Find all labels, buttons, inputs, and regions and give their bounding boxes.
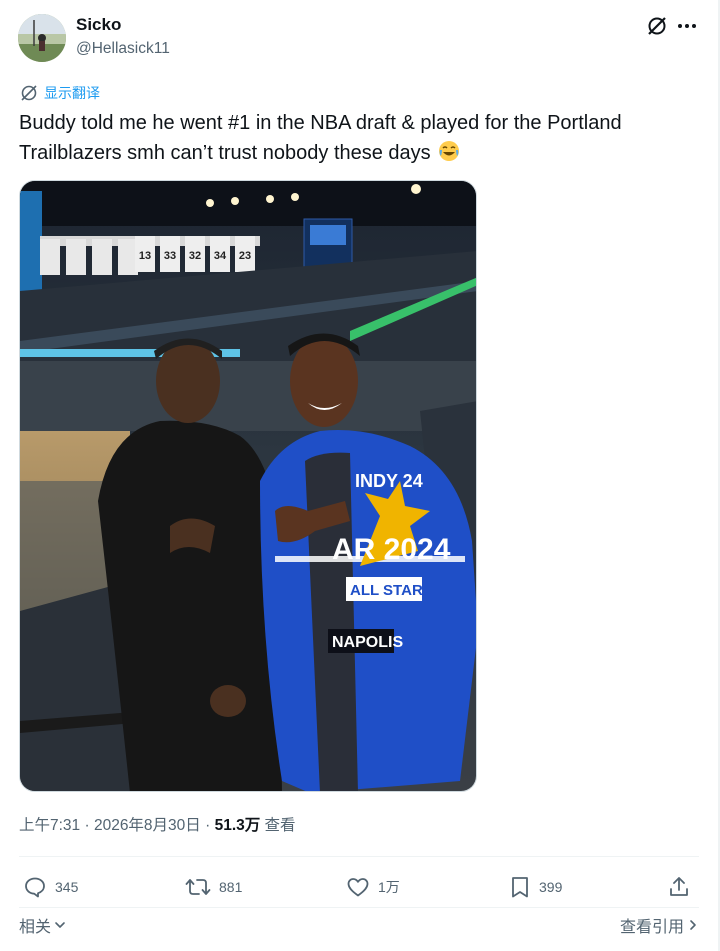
bookmark-icon <box>512 877 528 898</box>
handle[interactable]: @Hellasick11 <box>76 39 170 59</box>
like-icon <box>347 878 369 897</box>
chevron-right-icon <box>690 920 696 930</box>
share-icon <box>670 877 688 896</box>
banner-number: 23 <box>239 250 251 262</box>
tweet-date[interactable]: 2026年8月30日 <box>94 817 201 834</box>
more-icon[interactable] <box>676 15 698 37</box>
share-button[interactable] <box>667 875 691 904</box>
author-names: Sicko @Hellasick11 <box>76 15 170 59</box>
banner-number: 34 <box>214 250 227 262</box>
bookmark-button[interactable]: 399 <box>509 872 562 902</box>
jacket-text: AR 2024 <box>332 533 451 566</box>
retweet-button[interactable]: 881 <box>185 872 242 902</box>
reply-icon <box>25 877 45 898</box>
meta-separator: · <box>200 817 215 834</box>
translate-icon <box>21 85 37 101</box>
display-name[interactable]: Sicko <box>76 15 170 35</box>
tweet-meta: 上午7:31 · 2026年8月30日 · 51.3万 查看 <box>19 815 296 837</box>
tweet-text: Buddy told me he went #1 in the NBA draf… <box>19 108 689 168</box>
action-bar: 345 881 1万 399 <box>19 872 699 902</box>
banner-number: 33 <box>164 250 176 262</box>
translate-label[interactable]: 显示翻译 <box>44 83 100 103</box>
divider <box>19 856 699 857</box>
jacket-text: INDY 24 <box>355 471 423 491</box>
banner-number: 32 <box>189 250 201 262</box>
divider <box>19 907 699 908</box>
like-button[interactable]: 1万 <box>346 872 400 902</box>
related-toggle[interactable]: 相关 <box>19 913 67 937</box>
tweet-body: Buddy told me he went #1 in the NBA draf… <box>19 112 622 164</box>
view-count: 51.3万 <box>214 817 261 834</box>
bookmark-count: 399 <box>539 879 563 895</box>
tweet-time[interactable]: 上午7:31 <box>19 817 80 834</box>
joy-emoji-icon <box>438 140 460 162</box>
tweet-photo[interactable]: 13 33 32 34 23 INDY 24 AR 2024 ALL STAR … <box>19 180 477 792</box>
jacket-text: ALL STAR <box>350 582 423 599</box>
quotes-label: 查看引用 <box>619 919 684 936</box>
tweet-header: Sicko @Hellasick11 <box>18 12 702 64</box>
views-label: 查看 <box>260 817 296 834</box>
reply-button[interactable]: 345 <box>23 872 78 902</box>
view-quotes-link[interactable]: 查看引用 <box>620 913 698 937</box>
translate-link[interactable]: 显示翻译 <box>20 83 100 103</box>
chevron-down-icon <box>55 922 65 928</box>
reply-count: 345 <box>55 879 79 895</box>
retweet-count: 881 <box>219 879 243 895</box>
like-count: 1万 <box>378 879 400 895</box>
grok-icon[interactable] <box>646 15 668 37</box>
related-label: 相关 <box>19 919 52 936</box>
retweet-icon <box>185 879 211 895</box>
banner-number: 13 <box>139 250 151 262</box>
jacket-text: NAPOLIS <box>332 634 403 651</box>
meta-separator: · <box>80 817 94 834</box>
avatar[interactable] <box>18 14 66 62</box>
